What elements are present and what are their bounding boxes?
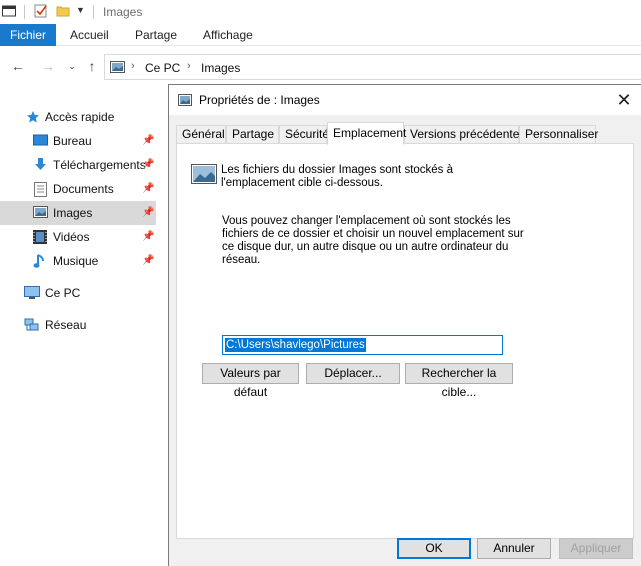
dialog-title: Propriétés de : Images bbox=[199, 93, 320, 107]
info-text-line-2: l'emplacement cible ci-dessous. bbox=[221, 177, 383, 189]
sidebar-item-label: Bureau bbox=[53, 134, 92, 148]
network-icon bbox=[24, 318, 39, 332]
address-bar: ← → ⌄ ↑ › Ce PC › Images bbox=[0, 52, 641, 82]
sidebar-item-telechargements[interactable]: Téléchargements 📌 bbox=[0, 153, 156, 177]
breadcrumb-separator-icon: › bbox=[131, 60, 135, 72]
sidebar-item-quick-access[interactable]: Accès rapide bbox=[0, 105, 156, 129]
customize-toolbar-icon[interactable]: ▼ bbox=[76, 5, 90, 19]
pin-icon[interactable]: 📌 bbox=[142, 159, 154, 171]
pin-icon[interactable]: 📌 bbox=[142, 207, 154, 219]
music-icon bbox=[33, 254, 48, 268]
tab-fichier[interactable]: Fichier bbox=[0, 24, 56, 46]
toolbar-divider bbox=[93, 5, 94, 19]
pictures-location-icon bbox=[110, 61, 125, 73]
description-line-4: réseau. bbox=[222, 254, 261, 266]
location-path-value: C:\Users\shavlego\Pictures bbox=[225, 338, 366, 352]
download-icon bbox=[33, 158, 48, 172]
title-bar: ▼ Images bbox=[0, 0, 641, 24]
tab-partage[interactable]: Partage bbox=[135, 24, 177, 46]
tab-versions-precedentes[interactable]: Versions précédentes bbox=[404, 125, 525, 144]
description-line-1: Vous pouvez changer l'emplacement où son… bbox=[222, 215, 511, 227]
sidebar-item-label: Documents bbox=[53, 182, 114, 196]
sidebar-item-images[interactable]: Images 📌 bbox=[0, 201, 156, 225]
sidebar-item-label: Téléchargements bbox=[53, 158, 146, 172]
pin-icon[interactable]: 📌 bbox=[142, 183, 154, 195]
sidebar-item-label: Accès rapide bbox=[45, 110, 115, 124]
tab-emplacement[interactable]: Emplacement bbox=[327, 122, 406, 145]
tab-personnaliser[interactable]: Personnaliser bbox=[519, 125, 598, 144]
location-path-input[interactable]: C:\Users\shavlego\Pictures bbox=[222, 335, 503, 355]
desktop-icon bbox=[33, 134, 48, 148]
dialog-title-bar: Propriétés de : Images ✕ bbox=[169, 85, 641, 115]
move-button[interactable]: Déplacer... bbox=[306, 363, 400, 384]
sidebar-item-reseau[interactable]: Réseau bbox=[0, 313, 156, 337]
tab-affichage[interactable]: Affichage bbox=[203, 24, 253, 46]
document-icon bbox=[34, 182, 49, 197]
computer-icon bbox=[24, 286, 40, 300]
find-target-button[interactable]: Rechercher la cible... bbox=[405, 363, 513, 399]
properties-dialog: Propriétés de : Images ✕ Général Partage… bbox=[168, 84, 641, 566]
properties-icon[interactable] bbox=[34, 4, 48, 18]
back-arrow-icon[interactable]: ← bbox=[10, 58, 26, 74]
close-icon[interactable]: ✕ bbox=[615, 91, 633, 109]
pictures-icon bbox=[33, 206, 48, 220]
tab-general[interactable]: Général bbox=[176, 125, 226, 144]
sidebar-item-label: Images bbox=[53, 206, 93, 220]
info-text-line-1: Les fichiers du dossier Images sont stoc… bbox=[221, 164, 454, 176]
toolbar-divider bbox=[24, 5, 25, 19]
breadcrumb-images[interactable]: Images bbox=[201, 61, 240, 75]
sidebar-item-label: Musique bbox=[53, 254, 99, 268]
pictures-folder-icon bbox=[191, 164, 217, 184]
pin-icon[interactable]: 📌 bbox=[142, 135, 154, 147]
up-arrow-icon[interactable]: ↑ bbox=[84, 58, 100, 74]
video-icon bbox=[33, 230, 48, 244]
forward-arrow-icon[interactable]: → bbox=[40, 58, 56, 74]
cancel-button[interactable]: Annuler bbox=[477, 538, 551, 559]
tab-partage[interactable]: Partage bbox=[226, 125, 279, 144]
description-line-3: ce disque dur, un autre disque ou un aut… bbox=[222, 241, 509, 253]
sidebar-item-label: Vidéos bbox=[53, 230, 90, 244]
breadcrumb-separator-icon: › bbox=[187, 60, 191, 72]
pin-icon[interactable]: 📌 bbox=[142, 231, 154, 243]
tab-accueil[interactable]: Accueil bbox=[70, 24, 109, 46]
sidebar-item-bureau[interactable]: Bureau 📌 bbox=[0, 129, 156, 153]
address-input[interactable]: › Ce PC › Images bbox=[104, 54, 641, 80]
sidebar-item-ce-pc[interactable]: Ce PC bbox=[0, 281, 156, 305]
new-folder-icon[interactable] bbox=[56, 4, 70, 18]
recent-locations-chevron-icon[interactable]: ⌄ bbox=[64, 58, 80, 74]
tab-securite[interactable]: Sécurité bbox=[279, 125, 329, 144]
restore-default-button[interactable]: Valeurs par défaut bbox=[202, 363, 299, 399]
pin-icon[interactable]: 📌 bbox=[142, 255, 154, 267]
star-icon bbox=[26, 110, 41, 124]
sidebar-item-label: Ce PC bbox=[45, 286, 81, 300]
emplacement-panel: Les fichiers du dossier Images sont stoc… bbox=[176, 143, 634, 539]
apply-button[interactable]: Appliquer bbox=[559, 538, 633, 559]
description-line-2: fichiers de ce dossier et choisir un nou… bbox=[222, 228, 524, 240]
breadcrumb-ce-pc[interactable]: Ce PC bbox=[145, 61, 180, 75]
sidebar-item-label: Réseau bbox=[45, 318, 87, 332]
ribbon-tabs: Fichier Accueil Partage Affichage bbox=[0, 24, 641, 46]
window-title: Images bbox=[103, 5, 143, 19]
sidebar-item-musique[interactable]: Musique 📌 bbox=[0, 249, 156, 273]
sidebar-item-videos[interactable]: Vidéos 📌 bbox=[0, 225, 156, 249]
pictures-icon bbox=[178, 94, 192, 106]
ok-button[interactable]: OK bbox=[397, 538, 471, 559]
explorer-window-icon bbox=[2, 4, 16, 18]
sidebar-item-documents[interactable]: Documents 📌 bbox=[0, 177, 156, 201]
